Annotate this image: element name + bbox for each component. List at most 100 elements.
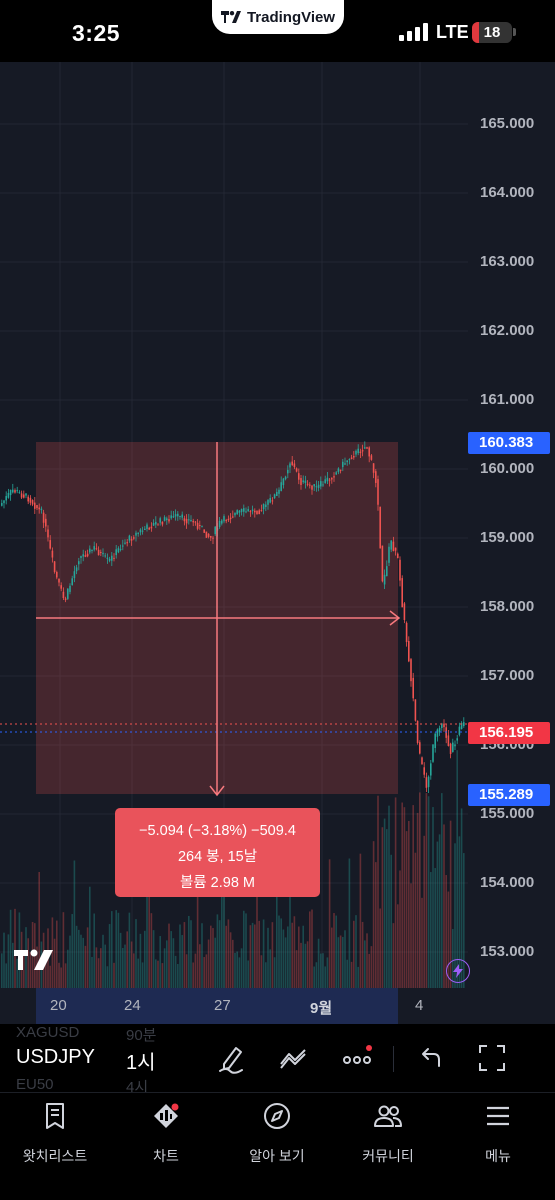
undo-icon[interactable] [414, 1042, 446, 1074]
candle-body [130, 538, 133, 541]
volume-bar [69, 935, 71, 988]
volume-bar [89, 886, 91, 988]
candle-body [71, 578, 73, 586]
candle-body [361, 450, 364, 452]
volume-bar [306, 941, 309, 988]
nav-menu[interactable]: 메뉴 [448, 1101, 548, 1166]
candle-body [447, 735, 450, 746]
candle-body [324, 479, 326, 484]
chart-toolbar: XAGUSD 90분 USDJPY 1시 EU50 4시 [0, 1024, 555, 1096]
volume-bar [225, 925, 227, 988]
volume-bar [159, 936, 161, 988]
volume-bar [353, 920, 355, 988]
candle-body [9, 489, 12, 496]
candle-body [427, 776, 430, 788]
candle-body [346, 460, 348, 463]
candle-body [458, 726, 461, 735]
lightning-button[interactable] [446, 959, 470, 983]
candle-body [122, 545, 124, 547]
candle-body [53, 561, 56, 572]
candle-body [159, 518, 161, 523]
volume-bar [315, 962, 318, 988]
candle-body [370, 455, 373, 460]
time-axis[interactable]: 20 24 27 9월 4 [0, 988, 555, 1024]
nav-explore[interactable]: 알아 보기 [227, 1101, 327, 1166]
time-tick: 24 [124, 997, 141, 1014]
candle-body [179, 515, 181, 517]
candle-body [282, 478, 285, 486]
candle-body [284, 476, 287, 480]
volume-bar [278, 915, 280, 988]
volume-bar [100, 948, 102, 988]
candle-body [410, 659, 412, 682]
nav-community[interactable]: 커뮤니티 [338, 1101, 438, 1166]
volume-bar [269, 949, 271, 988]
candle-body [249, 511, 252, 513]
more-icon[interactable] [342, 1042, 374, 1074]
candle-body [392, 541, 395, 551]
volume-bar [383, 818, 386, 988]
volume-bar [95, 947, 98, 988]
fullscreen-icon[interactable] [476, 1042, 508, 1074]
candle-body [69, 585, 71, 592]
volume-bar [412, 805, 414, 988]
price-tick: 158.000 [480, 598, 535, 615]
volume-bar [344, 930, 346, 988]
volume-bar [3, 932, 5, 988]
candle-body [86, 553, 89, 557]
volume-bar [216, 914, 219, 988]
volume-bar [249, 925, 252, 988]
volume-bar [375, 862, 377, 988]
volume-bar [108, 924, 111, 988]
nav-watchlist[interactable]: 왓치리스트 [5, 1101, 105, 1166]
candle-body [227, 518, 230, 521]
candle-body [60, 585, 62, 589]
indicators-icon[interactable] [278, 1042, 310, 1074]
candle-body [331, 477, 333, 480]
candle-body [293, 463, 296, 468]
menu-icon [487, 1106, 509, 1126]
candle-body [240, 509, 243, 512]
volume-bar [300, 942, 302, 988]
price-tick: 159.000 [480, 529, 535, 546]
time-tick: 4 [415, 997, 424, 1014]
candle-body [405, 622, 408, 643]
candle-body [403, 603, 406, 620]
candle-body [315, 486, 318, 488]
candle-body [245, 511, 247, 513]
volume-bar [144, 930, 146, 988]
chart-icon [154, 1103, 179, 1128]
candle-body [106, 557, 109, 559]
volume-bar [1, 953, 3, 988]
candle-body [394, 547, 397, 551]
symbol-selector[interactable]: USDJPY [16, 1046, 95, 1069]
volume-bar [93, 913, 95, 988]
price-axis[interactable]: 165.000 164.000 163.000 162.000 161.000 … [468, 62, 555, 1024]
battery-percent: 18 [483, 24, 501, 41]
candle-body [445, 727, 447, 738]
volume-bar [434, 868, 436, 988]
tradingview-watermark-icon[interactable] [14, 946, 58, 972]
volume-bar [443, 824, 445, 988]
candle-body [155, 521, 157, 525]
candle-body [135, 532, 137, 536]
time-tick: 20 [50, 997, 67, 1014]
candle-body [82, 554, 84, 557]
tradingview-logo-icon [220, 11, 241, 23]
volume-bar [60, 967, 62, 988]
candle-body [306, 483, 309, 485]
app-badge[interactable]: TradingView [212, 0, 344, 34]
volume-bar [427, 796, 430, 988]
volume-bar [342, 936, 344, 988]
nav-chart[interactable]: 차트 [116, 1101, 216, 1166]
chart-area[interactable]: 165.000 164.000 163.000 162.000 161.000 … [0, 62, 555, 1024]
candle-body [311, 485, 313, 490]
candle-body [412, 677, 414, 699]
candle-body [381, 545, 384, 582]
candle-body [1, 503, 3, 506]
interval-selector[interactable]: 1시 [126, 1046, 156, 1075]
draw-icon[interactable] [216, 1042, 248, 1074]
candle-body [313, 484, 315, 487]
volume-bar [273, 957, 276, 988]
candle-body [51, 550, 54, 558]
